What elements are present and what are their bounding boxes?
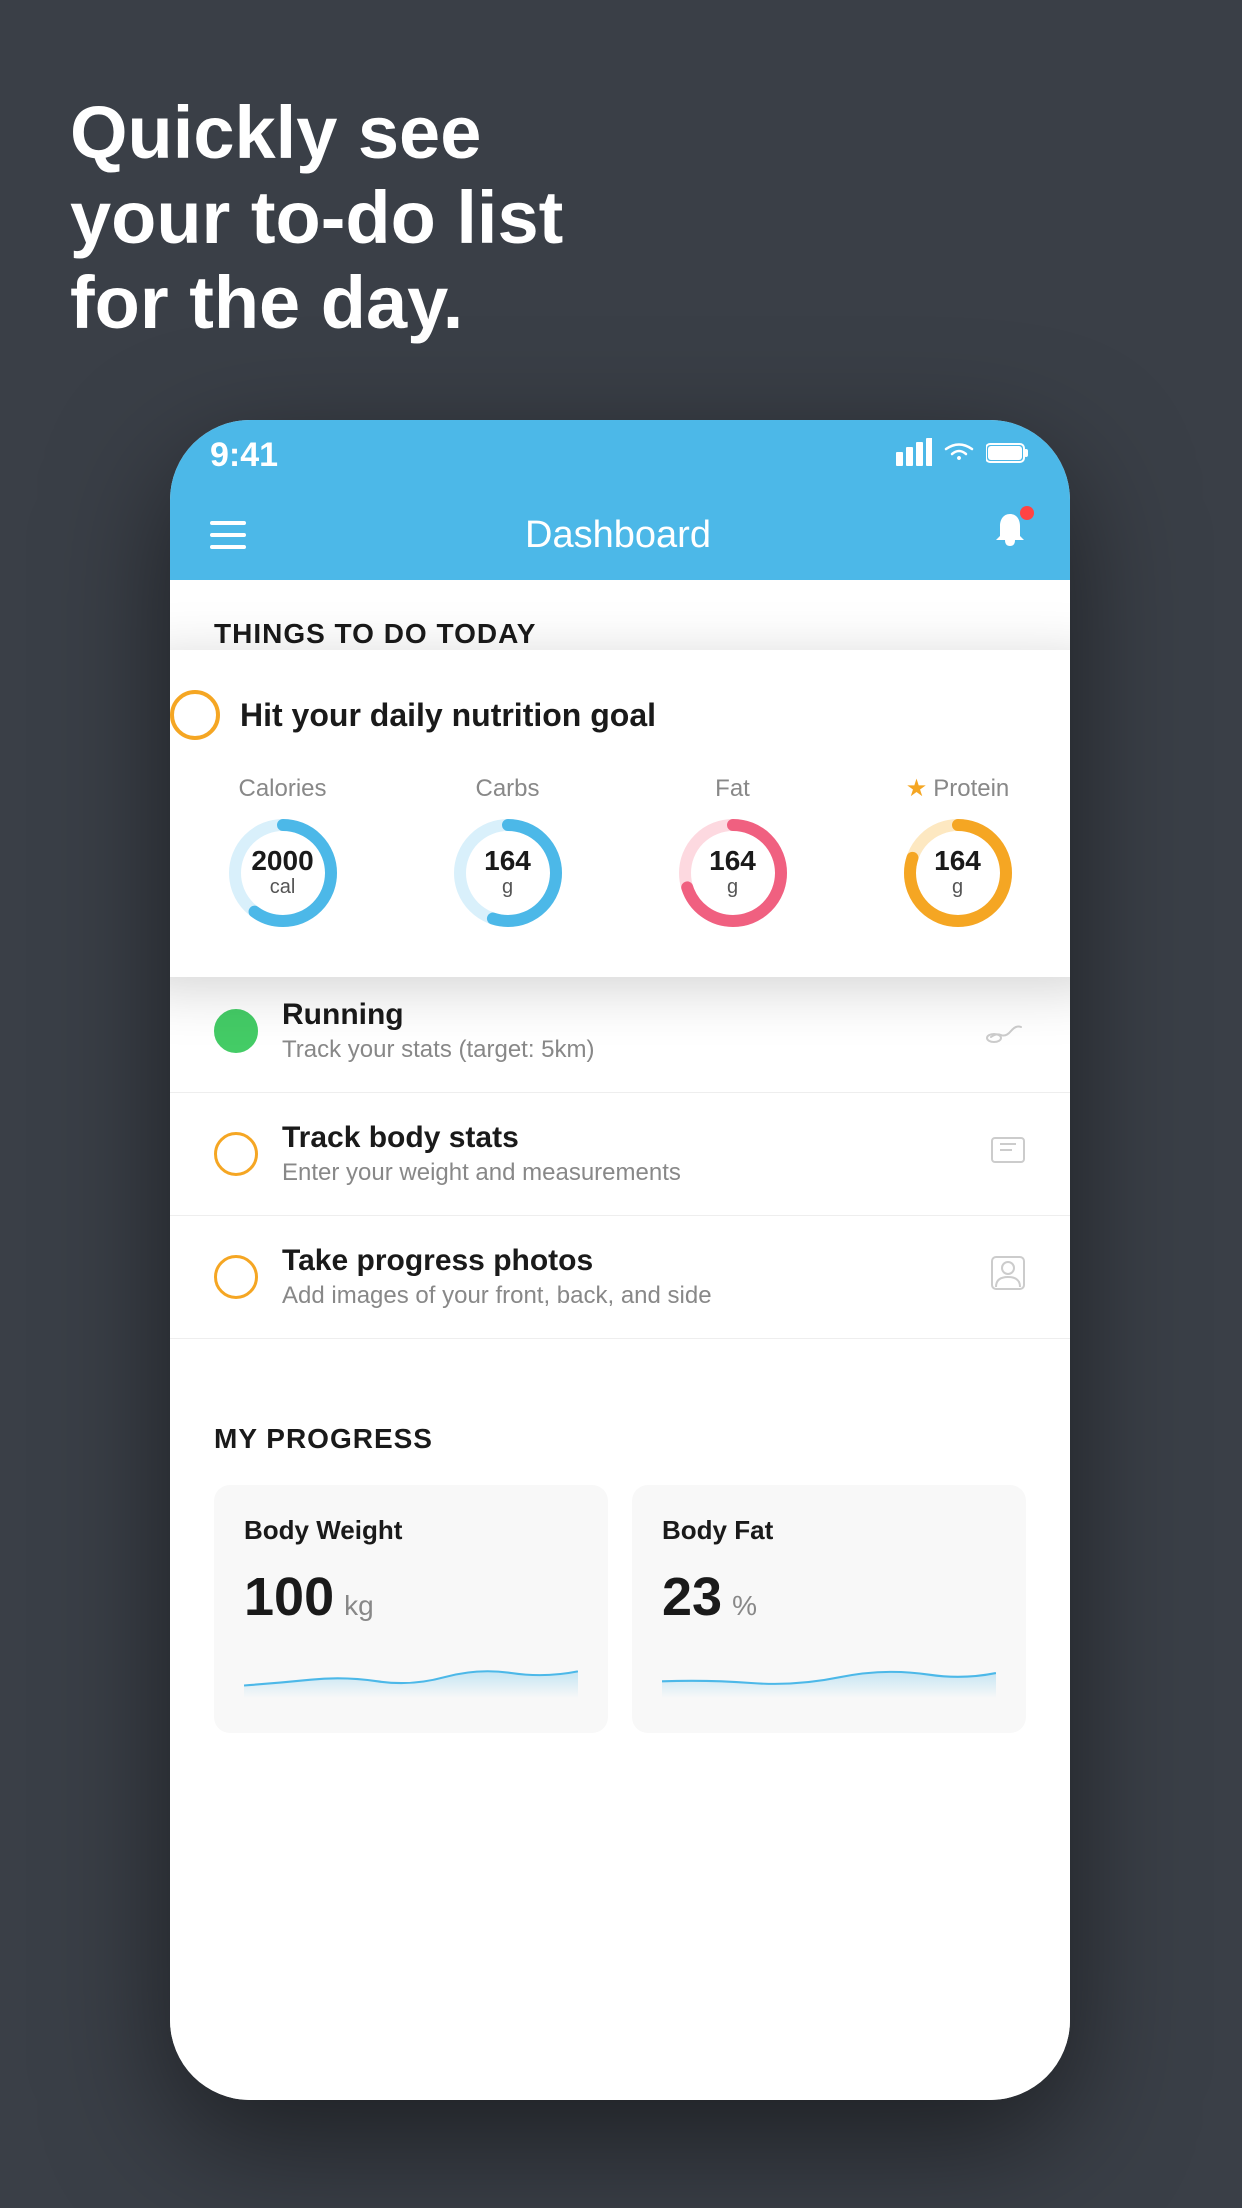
nutrition-check-circle xyxy=(170,690,220,740)
todo-subtitle-running: Track your stats (target: 5km) xyxy=(282,1036,962,1064)
fat-donut: 164 g xyxy=(673,813,793,933)
todo-circle-running xyxy=(214,1009,258,1053)
fat-donut-label: 164 g xyxy=(709,847,756,899)
body-weight-sparkline xyxy=(244,1648,578,1698)
nutrition-card-title: Hit your daily nutrition goal xyxy=(240,697,656,734)
todo-text-body-stats: Track body stats Enter your weight and m… xyxy=(282,1121,966,1187)
content-area: THINGS TO DO TODAY Hit your daily nutrit… xyxy=(170,580,1070,2100)
calories-item: Calories 2000 cal xyxy=(223,775,343,933)
carbs-item: Carbs 164 g xyxy=(448,775,568,933)
carbs-donut-label: 164 g xyxy=(484,847,531,899)
carbs-donut: 164 g xyxy=(448,813,568,933)
status-icons xyxy=(896,438,1030,473)
phone-mockup: 9:41 xyxy=(170,420,1070,2100)
todo-item-body-stats[interactable]: Track body stats Enter your weight and m… xyxy=(170,1093,1070,1216)
wifi-icon xyxy=(942,439,976,472)
todo-text-running: Running Track your stats (target: 5km) xyxy=(282,998,962,1064)
nutrition-card-title-row: Hit your daily nutrition goal xyxy=(170,690,1070,740)
body-weight-value-row: 100 kg xyxy=(244,1566,578,1628)
scale-icon xyxy=(990,1132,1026,1177)
protein-star-icon: ★ xyxy=(906,774,928,803)
hero-line3: for the day. xyxy=(70,260,563,345)
progress-section: MY PROGRESS Body Weight 100 kg xyxy=(170,1379,1070,1733)
hero-line2: your to-do list xyxy=(70,175,563,260)
body-fat-sparkline xyxy=(662,1648,996,1698)
body-weight-card[interactable]: Body Weight 100 kg xyxy=(214,1485,608,1733)
running-icon xyxy=(986,1010,1026,1052)
hero-line1: Quickly see xyxy=(70,90,563,175)
calories-donut-label: 2000 cal xyxy=(251,847,313,899)
bell-button[interactable] xyxy=(990,510,1030,560)
body-fat-card[interactable]: Body Fat 23 % xyxy=(632,1485,1026,1733)
calories-donut: 2000 cal xyxy=(223,813,343,933)
nutrition-card: Hit your daily nutrition goal Calories xyxy=(170,650,1070,977)
status-time: 9:41 xyxy=(210,436,278,475)
protein-donut: 164 g xyxy=(898,813,1018,933)
person-icon xyxy=(990,1255,1026,1300)
todo-subtitle-body-stats: Enter your weight and measurements xyxy=(282,1159,966,1187)
todo-item-photos[interactable]: Take progress photos Add images of your … xyxy=(170,1216,1070,1339)
body-fat-title: Body Fat xyxy=(662,1515,996,1546)
todo-title-body-stats: Track body stats xyxy=(282,1121,966,1155)
calories-label: Calories xyxy=(238,775,326,803)
nav-bar: Dashboard xyxy=(170,490,1070,580)
todo-item-running[interactable]: Running Track your stats (target: 5km) xyxy=(170,970,1070,1093)
hamburger-menu[interactable] xyxy=(210,521,246,549)
body-fat-value-row: 23 % xyxy=(662,1566,996,1628)
body-weight-value: 100 xyxy=(244,1566,334,1628)
protein-item: ★ Protein 164 g xyxy=(898,774,1018,933)
progress-cards: Body Weight 100 kg xyxy=(214,1485,1026,1733)
todo-text-photos: Take progress photos Add images of your … xyxy=(282,1244,966,1310)
hero-text: Quickly see your to-do list for the day. xyxy=(70,90,563,345)
todo-subtitle-photos: Add images of your front, back, and side xyxy=(282,1282,966,1310)
body-weight-unit: kg xyxy=(344,1590,374,1622)
signal-icon xyxy=(896,438,932,473)
protein-donut-label: 164 g xyxy=(934,847,981,899)
todo-circle-body-stats xyxy=(214,1132,258,1176)
body-weight-title: Body Weight xyxy=(244,1515,578,1546)
fat-item: Fat 164 g xyxy=(673,775,793,933)
protein-label: ★ Protein xyxy=(906,774,1010,803)
fat-label: Fat xyxy=(715,775,750,803)
todo-title-photos: Take progress photos xyxy=(282,1244,966,1278)
nutrition-items-row: Calories 2000 cal xyxy=(170,774,1070,933)
status-bar: 9:41 xyxy=(170,420,1070,490)
body-fat-value: 23 xyxy=(662,1566,722,1628)
body-fat-unit: % xyxy=(732,1590,757,1622)
nav-title: Dashboard xyxy=(525,514,711,557)
todo-list: Running Track your stats (target: 5km) T… xyxy=(170,970,1070,1339)
todo-circle-photos xyxy=(214,1255,258,1299)
notification-dot xyxy=(1020,506,1034,520)
todo-title-running: Running xyxy=(282,998,962,1032)
carbs-label: Carbs xyxy=(475,775,539,803)
progress-header: MY PROGRESS xyxy=(214,1423,1026,1455)
battery-icon xyxy=(986,439,1030,471)
